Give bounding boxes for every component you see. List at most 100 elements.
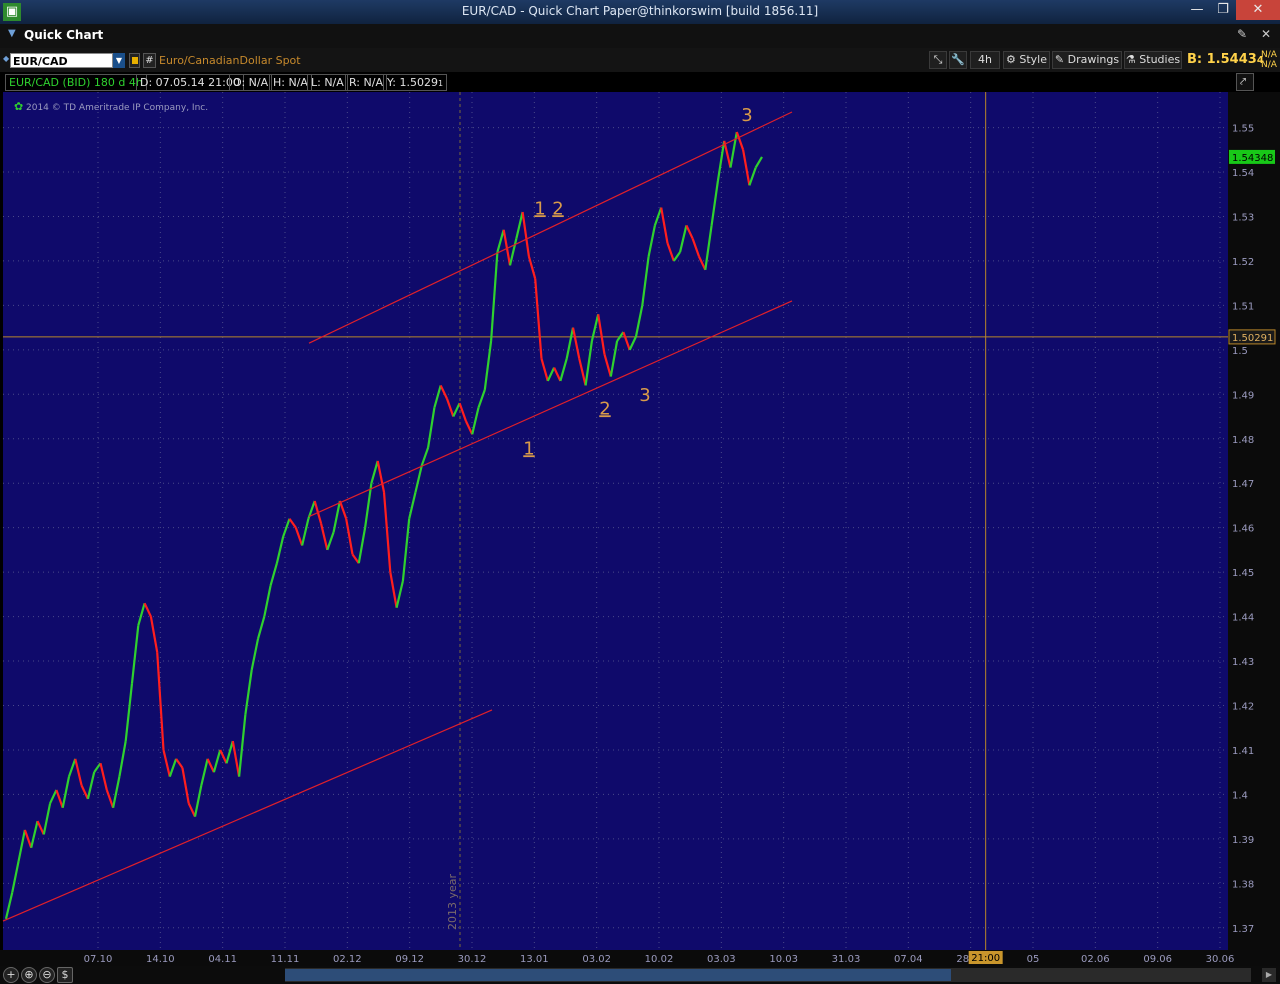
- zoom-button[interactable]: ⊕: [21, 967, 37, 983]
- close-window-button[interactable]: ✕: [1236, 0, 1280, 20]
- minimize-button[interactable]: —: [1182, 0, 1212, 20]
- scroll-thumb[interactable]: [285, 969, 951, 981]
- style-icon: ⚙: [1005, 53, 1016, 66]
- chart-info-bar: EUR/CAD (BID) 180 d 4h D: 07.05.14 21:00…: [3, 72, 1254, 92]
- panel-close-button[interactable]: ✕: [1257, 27, 1275, 45]
- x-tick-label: 30.12: [458, 954, 487, 965]
- x-tick-label: 14.10: [146, 954, 175, 965]
- y-fraction: 1: [437, 79, 444, 88]
- style-button[interactable]: ⚙ Style: [1003, 51, 1050, 69]
- scroll-right-arrow-icon[interactable]: ▶: [1262, 968, 1276, 982]
- y-tick-label: 1.4: [1232, 790, 1248, 801]
- symbol-hash-icon[interactable]: #: [143, 53, 156, 68]
- collapse-arrow-icon[interactable]: ▼: [8, 28, 16, 39]
- x-tick-label: 10.03: [769, 954, 798, 965]
- drawings-label: Drawings: [1067, 53, 1120, 66]
- y-tick-label: 1.55: [1232, 124, 1254, 135]
- range-readout: R: N/A: [345, 74, 387, 91]
- y-tick-label: 1.44: [1232, 613, 1254, 624]
- open-readout: O: N/A: [229, 74, 273, 91]
- pan-button[interactable]: +: [3, 967, 19, 983]
- x-tick-label: 05: [1027, 954, 1040, 965]
- low-readout: L: N/A: [307, 74, 348, 91]
- symbol-dropdown-button[interactable]: ▼: [113, 53, 125, 68]
- y-tick-label: 1.51: [1232, 301, 1254, 312]
- flask-icon: ⚗: [1125, 53, 1136, 66]
- wrench-icon[interactable]: 🔧: [949, 51, 967, 69]
- settings-gear-icon[interactable]: ✿: [14, 100, 23, 113]
- x-tick-label: 11.11: [271, 954, 300, 965]
- x-tick-label: 07.10: [84, 954, 113, 965]
- wave-label-1-upper: 1: [534, 198, 545, 219]
- x-tick-label: 07.04: [894, 954, 923, 965]
- x-tick-label: 09.12: [395, 954, 424, 965]
- y-readout: Y: 1.50291: [383, 74, 448, 91]
- y-tick-label: 1.38: [1232, 879, 1254, 890]
- bid-na-stack: N/A N/A: [1261, 50, 1277, 70]
- bid-price: B: 1.54434: [1187, 52, 1264, 67]
- chart-scrollbar[interactable]: [285, 968, 1251, 982]
- wave-label-1-low: 1: [523, 438, 534, 459]
- window-title: EUR/CAD - Quick Chart Paper@thinkorswim …: [461, 4, 819, 18]
- high-readout: H: N/A: [269, 74, 312, 91]
- crosshair-time-label: 21:00: [971, 953, 1000, 964]
- style-label: Style: [1019, 53, 1047, 66]
- wave-label-2-low: 2: [599, 398, 610, 419]
- y-tick-label: 1.45: [1232, 568, 1254, 579]
- quick-chart-header: ▼ Quick Chart ✎ ✕: [0, 24, 1280, 48]
- pin-icon[interactable]: ✎: [1233, 27, 1251, 45]
- studies-label: Studies: [1139, 53, 1181, 66]
- x-tick-label: 02.06: [1081, 954, 1110, 965]
- wave-label-2-upper: 2: [552, 198, 563, 219]
- x-tick-label: 02.12: [333, 954, 362, 965]
- price-chart[interactable]: 1.37 1.38 1.39 1.4 1.41 1.42 1.43 1.44 1.45 1.46 1…: [0, 92, 1280, 966]
- pencil-icon: ✎: [1054, 53, 1065, 66]
- x-tick-label: 10.02: [645, 954, 674, 965]
- y-tick-label: 1.37: [1232, 924, 1254, 935]
- x-tick-label: 13.01: [520, 954, 549, 965]
- x-tick-label: 31.03: [832, 954, 861, 965]
- copyright-label: 2014 © TD Ameritrade IP Company, Inc.: [26, 103, 208, 113]
- symbol-input[interactable]: EUR/CAD: [10, 53, 113, 68]
- na-bottom: N/A: [1261, 60, 1277, 70]
- wave-label-3-low: 3: [639, 385, 650, 406]
- y-tick-label: 1.43: [1232, 657, 1254, 668]
- y-tick-label: 1.48: [1232, 435, 1254, 446]
- drawings-button[interactable]: ✎ Drawings: [1052, 51, 1122, 69]
- bid-label: B:: [1187, 52, 1203, 67]
- y-tick-label: 1.42: [1232, 701, 1254, 712]
- y-tick-label: 1.46: [1232, 524, 1254, 535]
- symbol-link-icon[interactable]: [129, 53, 140, 68]
- bid-value: 1.5443: [1206, 52, 1257, 67]
- y-tick-label: 1.39: [1232, 835, 1254, 846]
- studies-button[interactable]: ⚗ Studies: [1124, 51, 1182, 69]
- panel-title: Quick Chart: [24, 28, 104, 42]
- maximize-button[interactable]: ❐: [1210, 0, 1236, 20]
- y-tick-label: 1.54: [1232, 168, 1254, 179]
- symbol-menu-arrow-icon[interactable]: ◆: [3, 54, 9, 63]
- crosshair-tool-icon[interactable]: ⤡: [929, 51, 947, 69]
- x-tick-label: 09.06: [1143, 954, 1172, 965]
- dollar-button[interactable]: $: [57, 967, 73, 983]
- last-price-label: 1.54348: [1232, 153, 1273, 164]
- instrument-label: EUR/CAD (BID) 180 d 4h: [5, 74, 147, 91]
- x-tick-label: 04.11: [208, 954, 237, 965]
- zoom-out-button[interactable]: ⊖: [39, 967, 55, 983]
- plot-background: [3, 92, 1228, 950]
- x-tick-label: 03.02: [582, 954, 611, 965]
- year-marker-label: 2013 year: [446, 873, 459, 930]
- y-value: Y: 1.5029: [387, 76, 438, 89]
- symbol-description: Euro/CanadianDollar Spot: [159, 54, 301, 67]
- y-tick-label: 1.5: [1232, 346, 1248, 357]
- bottom-toolbar: + ⊕ ⊖ $ ▶: [0, 966, 1280, 984]
- x-tick-label: 03.03: [707, 954, 736, 965]
- y-tick-label: 1.53: [1232, 212, 1254, 223]
- chart-toolbar: ◆ EUR/CAD ▼ # Euro/CanadianDollar Spot ⤡…: [0, 48, 1280, 72]
- wave-label-3-top: 3: [741, 105, 752, 126]
- y-tick-label: 1.47: [1232, 479, 1254, 490]
- chart-mode-icon[interactable]: ⤤: [1236, 73, 1254, 91]
- y-tick-label: 1.52: [1232, 257, 1254, 268]
- x-tick-label: 30.06: [1206, 954, 1235, 965]
- aggregation-button[interactable]: 4h: [970, 51, 1000, 69]
- date-readout: D: 07.05.14 21:00: [136, 74, 244, 91]
